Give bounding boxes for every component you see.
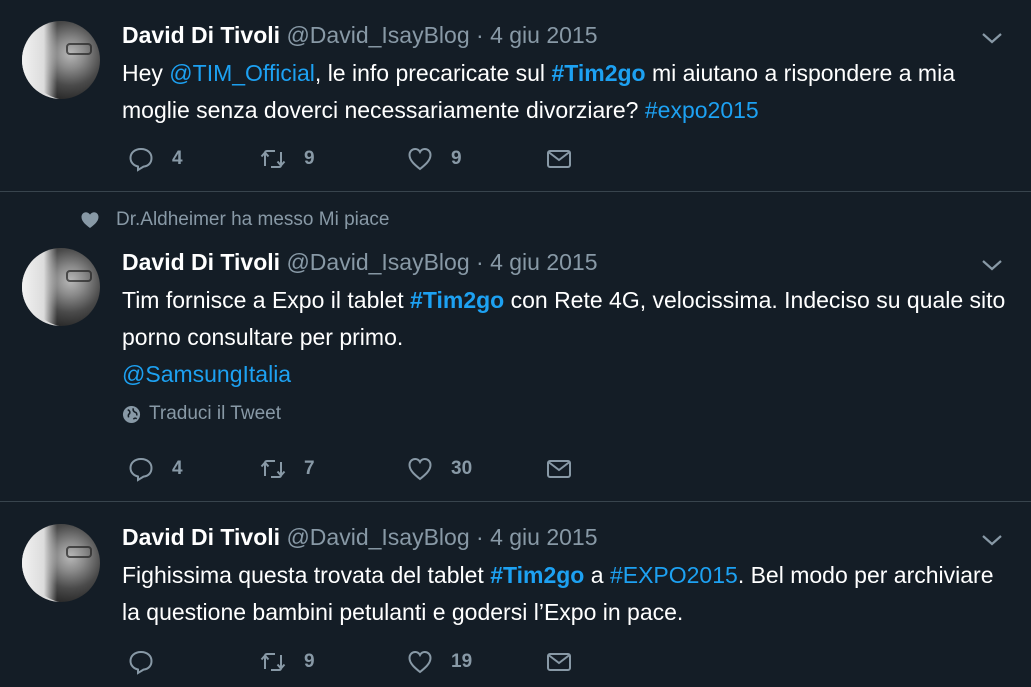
direct-message-button[interactable] xyxy=(546,456,572,482)
hashtag-link[interactable]: #expo2015 xyxy=(645,97,759,123)
mention-link[interactable]: @SamsungItalia xyxy=(122,361,291,387)
separator: · xyxy=(476,22,484,48)
hashtag-link[interactable]: #Tim2go xyxy=(410,287,504,313)
reply-button[interactable]: 4 xyxy=(128,456,183,482)
chevron-down-icon[interactable] xyxy=(981,31,1003,45)
tweet[interactable]: Dr.Aldheimer ha messo Mi piace David Di … xyxy=(0,192,1031,502)
reply-count: 4 xyxy=(172,148,183,169)
tweet-header: David Di Tivoli @David_IsayBlog · 4 giu … xyxy=(122,522,598,552)
hashtag-link[interactable]: #Tim2go xyxy=(490,562,584,588)
direct-message-icon xyxy=(547,460,571,478)
author-handle[interactable]: @David_IsayBlog xyxy=(286,22,469,48)
like-count: 30 xyxy=(451,458,473,479)
avatar[interactable] xyxy=(22,21,100,99)
reply-button[interactable]: 4 xyxy=(128,146,183,172)
text-segment: Hey xyxy=(122,60,170,86)
like-button[interactable]: 9 xyxy=(407,146,462,172)
globe-icon xyxy=(122,405,141,423)
like-count: 9 xyxy=(451,148,462,169)
heart-icon xyxy=(81,212,99,228)
chevron-down-icon[interactable] xyxy=(981,258,1003,272)
author-name[interactable]: David Di Tivoli xyxy=(122,249,280,275)
heart-icon xyxy=(408,147,432,171)
direct-message-icon xyxy=(547,150,571,168)
retweet-count: 9 xyxy=(304,651,315,672)
translate-label: Traduci il Tweet xyxy=(149,403,281,424)
avatar[interactable] xyxy=(22,524,100,602)
chevron-down-icon[interactable] xyxy=(981,533,1003,547)
like-button[interactable]: 30 xyxy=(407,456,472,482)
reply-icon xyxy=(129,147,153,172)
direct-message-icon xyxy=(547,653,571,671)
social-context-text[interactable]: Dr.Aldheimer ha messo Mi piace xyxy=(116,209,390,231)
reply-icon xyxy=(129,650,153,675)
reply-icon xyxy=(129,457,153,482)
retweet-icon xyxy=(260,460,286,478)
author-handle[interactable]: @David_IsayBlog xyxy=(286,524,469,550)
tweet[interactable]: David Di Tivoli @David_IsayBlog · 4 giu … xyxy=(0,0,1031,192)
tweet-text: Fighissima questa trovata del tablet #Ti… xyxy=(122,557,1012,631)
social-context: Dr.Aldheimer ha messo Mi piace xyxy=(80,209,390,231)
heart-icon xyxy=(408,457,432,481)
retweet-button[interactable]: 9 xyxy=(260,146,315,172)
retweet-count: 9 xyxy=(304,148,315,169)
like-count: 19 xyxy=(451,651,473,672)
separator: · xyxy=(476,249,484,275)
retweet-icon xyxy=(260,653,286,671)
text-segment: Fighissima questa trovata del tablet xyxy=(122,562,491,588)
direct-message-button[interactable] xyxy=(546,146,572,172)
mention-link[interactable]: @TIM_Official xyxy=(169,60,315,86)
text-segment: Tim fornisce a Expo il tablet xyxy=(122,287,411,313)
text-segment: a xyxy=(584,562,610,588)
like-button[interactable]: 19 xyxy=(407,649,472,675)
translate-tweet-link[interactable]: Traduci il Tweet xyxy=(122,403,281,425)
author-handle[interactable]: @David_IsayBlog xyxy=(286,249,469,275)
retweet-button[interactable]: 9 xyxy=(260,649,315,675)
author-name[interactable]: David Di Tivoli xyxy=(122,524,280,550)
author-name[interactable]: David Di Tivoli xyxy=(122,22,280,48)
tweet-date[interactable]: 4 giu 2015 xyxy=(490,249,597,275)
hashtag-link[interactable]: #Tim2go xyxy=(551,60,645,86)
tweet-date[interactable]: 4 giu 2015 xyxy=(490,524,597,550)
tweet-header: David Di Tivoli @David_IsayBlog · 4 giu … xyxy=(122,247,598,277)
avatar[interactable] xyxy=(22,248,100,326)
heart-icon xyxy=(408,650,432,674)
tweet[interactable]: David Di Tivoli @David_IsayBlog · 4 giu … xyxy=(0,502,1031,687)
reply-button[interactable] xyxy=(128,649,172,675)
reply-count: 4 xyxy=(172,458,183,479)
hashtag-link[interactable]: #EXPO2015 xyxy=(610,562,738,588)
tweet-text: Hey @TIM_Official, le info precaricate s… xyxy=(122,55,1012,129)
tweet-date[interactable]: 4 giu 2015 xyxy=(490,22,597,48)
retweet-button[interactable]: 7 xyxy=(260,456,315,482)
retweet-count: 7 xyxy=(304,458,315,479)
separator: · xyxy=(476,524,484,550)
retweet-icon xyxy=(260,150,286,168)
tweet-header: David Di Tivoli @David_IsayBlog · 4 giu … xyxy=(122,20,598,50)
text-segment: , le info precaricate sul xyxy=(314,60,552,86)
direct-message-button[interactable] xyxy=(546,649,572,675)
tweet-text: Tim fornisce a Expo il tablet #Tim2go co… xyxy=(122,282,1012,393)
